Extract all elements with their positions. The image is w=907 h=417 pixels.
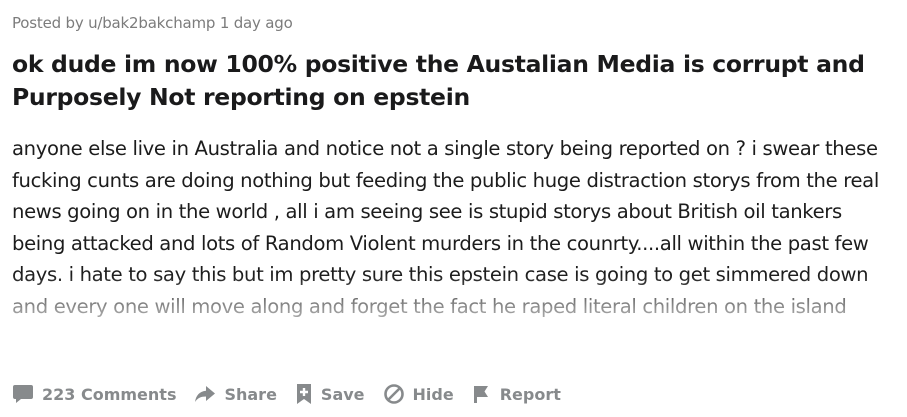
save-button[interactable]: Save (295, 383, 365, 405)
hide-icon (383, 384, 404, 404)
report-icon (473, 386, 488, 403)
share-label: Share (224, 384, 277, 404)
post-body-text: anyone else live in Australia and notice… (12, 137, 879, 318)
hide-label: Hide (412, 384, 454, 404)
report-button[interactable]: Report (472, 384, 561, 404)
post-body: anyone else live in Australia and notice… (12, 133, 897, 353)
share-button[interactable]: Share (194, 384, 277, 404)
post-title[interactable]: ok dude im now 100% positive the Austali… (12, 48, 892, 114)
save-label: Save (320, 384, 365, 404)
post-action-bar: 223 Comments Share Save Hide Report (12, 380, 579, 408)
post-meta: Posted by u/bak2bakchamp 1 day ago (12, 14, 293, 32)
comment-icon (13, 385, 33, 403)
share-icon (195, 386, 216, 402)
comments-label: 223 Comments (42, 384, 177, 404)
comments-button[interactable]: 223 Comments (12, 384, 176, 404)
report-label: Report (499, 384, 561, 404)
hide-button[interactable]: Hide (383, 383, 454, 405)
save-icon (296, 384, 311, 404)
